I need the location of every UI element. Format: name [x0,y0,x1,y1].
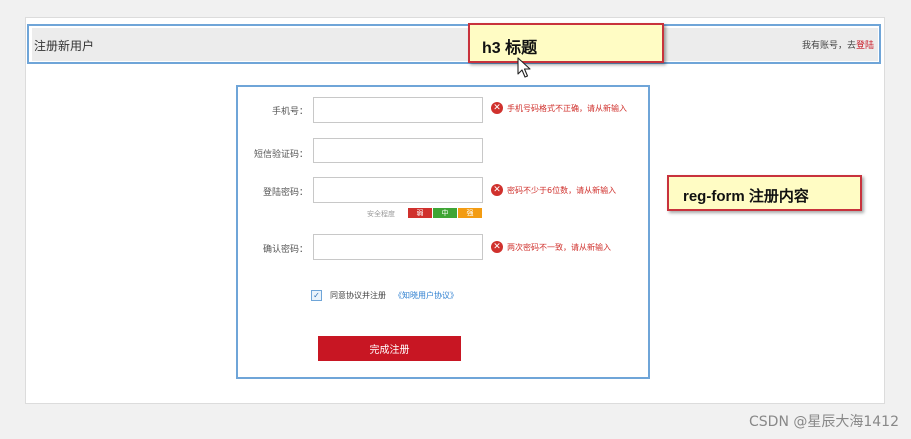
mouse-cursor-icon [517,57,531,78]
reg-form [236,85,650,379]
strength-strong: 强 [458,208,482,218]
password-error: ✕ 密码不少于6位数，请从新输入 [491,184,616,196]
phone-input[interactable] [313,97,483,123]
h3-callout: h3 标题 [468,23,664,63]
strength-label: 安全程度 [367,210,395,218]
confirm-label: 确认密码： [262,245,308,255]
phone-label: 手机号： [271,107,308,117]
confirm-password-input[interactable] [313,234,483,260]
error-icon: ✕ [491,184,503,196]
password-input[interactable] [313,177,483,203]
strength-weak: 弱 [408,208,432,218]
error-icon: ✕ [491,102,503,114]
password-error-text: 密码不少于6位数，请从新输入 [507,185,617,195]
reg-form-callout: reg-form 注册内容 [667,175,862,211]
phone-error: ✕ 手机号码格式不正确，请从新输入 [491,102,627,114]
submit-button[interactable]: 完成注册 [318,336,461,361]
confirm-error: ✕ 两次密码不一致，请从新输入 [491,241,611,253]
agree-row: ✓ 同意协议并注册 《知晓用户协议》 [311,290,458,301]
error-icon: ✕ [491,241,503,253]
agree-checkbox[interactable]: ✓ [311,290,322,301]
user-agreement-link[interactable]: 《知晓用户协议》 [394,290,458,301]
sms-code-input[interactable] [313,138,483,163]
agree-text: 同意协议并注册 [330,291,386,300]
watermark: CSDN @星辰大海1412 [749,414,899,430]
confirm-error-text: 两次密码不一致，请从新输入 [507,242,611,252]
password-label: 登陆密码： [262,188,308,198]
strength-medium: 中 [433,208,457,218]
header-highlight-outline [27,24,881,64]
phone-error-text: 手机号码格式不正确，请从新输入 [507,103,627,113]
sms-label: 短信验证码： [253,150,308,160]
